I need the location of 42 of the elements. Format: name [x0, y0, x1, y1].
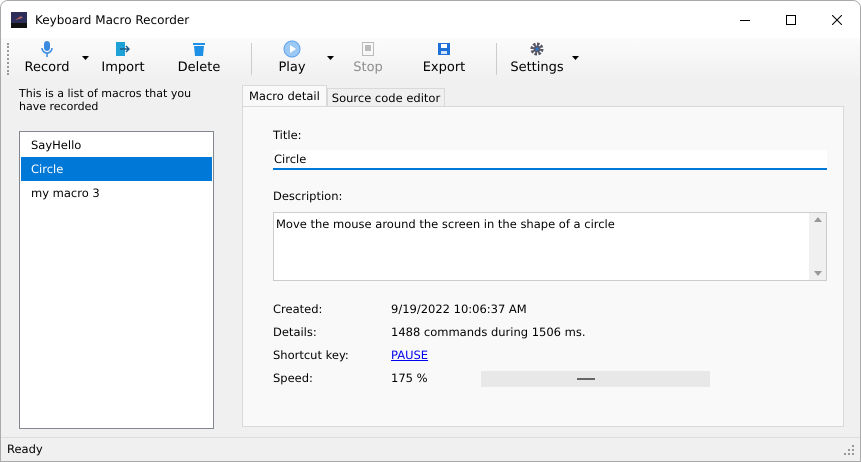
list-caption: This is a list of macros that you have recorded: [19, 87, 192, 115]
microphone-icon: [41, 40, 53, 58]
scroll-up-icon[interactable]: [814, 216, 822, 222]
description-field[interactable]: Move the mouse around the screen in the shape of a circle: [273, 212, 827, 280]
toolbar-button[interactable]: Record: [15, 40, 79, 78]
macro-list-item[interactable]: my macro 3: [21, 181, 212, 205]
caret-icon[interactable]: [82, 56, 88, 60]
field-label: Description:: [273, 188, 344, 206]
import-icon: [116, 40, 130, 58]
detail-label: Speed:: [273, 370, 314, 388]
toolbar-button[interactable]: Delete: [167, 40, 231, 78]
tab[interactable]: Macro detail: [242, 85, 327, 106]
speed-value: 175 %: [391, 370, 429, 388]
status-text: Ready: [7, 440, 43, 458]
tab[interactable]: Source code editor: [326, 88, 446, 106]
close-icon[interactable]: [832, 14, 842, 24]
macro-list-item[interactable]: SayHello: [21, 133, 212, 157]
stop-icon: [362, 40, 374, 58]
resize-grip-icon[interactable]: [844, 444, 854, 454]
detail-value: 1488 commands during 1506 ms.: [391, 324, 586, 342]
gear-icon: [530, 40, 544, 58]
maximize-icon[interactable]: [786, 14, 796, 24]
toolbar-button[interactable]: Play: [260, 40, 324, 78]
scrollbar[interactable]: [809, 212, 826, 280]
title-field[interactable]: Circle: [273, 150, 827, 170]
play-icon: [283, 40, 301, 58]
scroll-down-icon[interactable]: [814, 270, 822, 276]
window-title: Keyboard Macro Recorder: [35, 12, 190, 28]
speed-slider[interactable]: [481, 371, 710, 387]
macro-list-item[interactable]: Circle: [21, 157, 212, 181]
field-label: Title:: [273, 127, 303, 144]
detail-label: Shortcut key:: [273, 347, 350, 364]
app-icon: [11, 12, 27, 28]
caret-icon[interactable]: [326, 56, 334, 60]
toolbar-button[interactable]: Import: [91, 40, 155, 78]
caret-icon[interactable]: [572, 56, 578, 60]
shortcut-link[interactable]: PAUSE: [391, 347, 466, 365]
toolbar-button[interactable]: Export: [412, 40, 476, 78]
detail-label: Created:: [273, 301, 324, 318]
toolbar-button[interactable]: Settings: [505, 40, 569, 78]
detail-value: 9/19/2022 10:06:37 AM: [391, 301, 527, 318]
detail-label: Details:: [273, 324, 318, 342]
